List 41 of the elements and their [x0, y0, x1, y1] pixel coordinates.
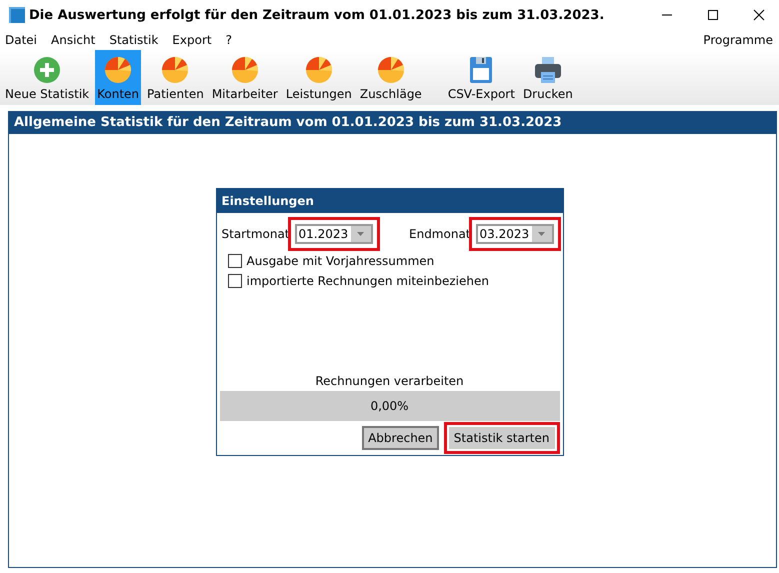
panel-title: Allgemeine Statistik für den Zeitraum vom 01.01.2023 bis zum 31.03.2023 — [9, 112, 776, 134]
pie-chart-icon — [230, 56, 259, 84]
pie-chart-icon — [104, 56, 132, 84]
toolbar-button[interactable]: Leistungen — [284, 50, 354, 105]
month-dropdown[interactable]: 01.2023 — [294, 224, 373, 244]
dialog-title: Einstellungen — [216, 189, 562, 213]
toolbar-button[interactable]: Mitarbeiter — [210, 50, 280, 105]
checkbox[interactable] — [228, 274, 242, 288]
checkbox-label: Ausgabe mit Vorjahressummen — [246, 254, 434, 268]
progress-label: Rechnungen verarbeiten — [314, 374, 465, 390]
window-title: Die Auswertung erfolgt für den Zeitraum vom 01.01.2023 bis zum 31.03.2023. — [29, 8, 606, 22]
pie-chart-icon — [376, 56, 405, 84]
checkbox[interactable] — [228, 254, 242, 268]
toolbar-button[interactable]: Zuschläge — [358, 50, 424, 105]
dialog-button[interactable]: Statistik starten — [448, 427, 554, 449]
toolbar-button[interactable]: Neue Statistik — [3, 50, 92, 105]
pie-chart-icon — [304, 56, 333, 84]
menu-item[interactable]: ? — [226, 33, 232, 47]
toolbar-button[interactable]: Konten — [95, 50, 142, 105]
close-icon[interactable] — [753, 9, 765, 21]
checkbox-label: importierte Rechnungen miteinbeziehen — [246, 274, 489, 288]
app-icon — [9, 7, 25, 23]
toolbar-button[interactable]: Patienten — [145, 50, 206, 105]
toolbar-button[interactable]: Drucken — [520, 50, 575, 105]
dialog-button[interactable]: Abbrechen — [362, 426, 439, 450]
menu-item[interactable]: Programme — [703, 33, 773, 47]
menu-item[interactable]: Statistik — [109, 33, 158, 47]
caret-icon — [357, 232, 364, 236]
caret-icon — [538, 232, 545, 236]
printer-icon — [534, 56, 562, 84]
plus-icon — [33, 56, 62, 84]
progress-reading: 0,00% — [370, 399, 409, 413]
field-label: Endmonat — [409, 227, 470, 241]
menu-item[interactable]: Ansicht — [51, 33, 96, 47]
menu-item[interactable]: Export — [172, 33, 212, 47]
pie-chart-icon — [161, 56, 190, 84]
toolbar-button[interactable]: CSV-Export — [446, 50, 517, 105]
month-dropdown[interactable]: 03.2023 — [476, 224, 554, 244]
menu-item[interactable]: Datei — [5, 33, 38, 47]
field-label: Startmonat — [222, 227, 290, 241]
maximize-icon[interactable] — [707, 9, 719, 21]
